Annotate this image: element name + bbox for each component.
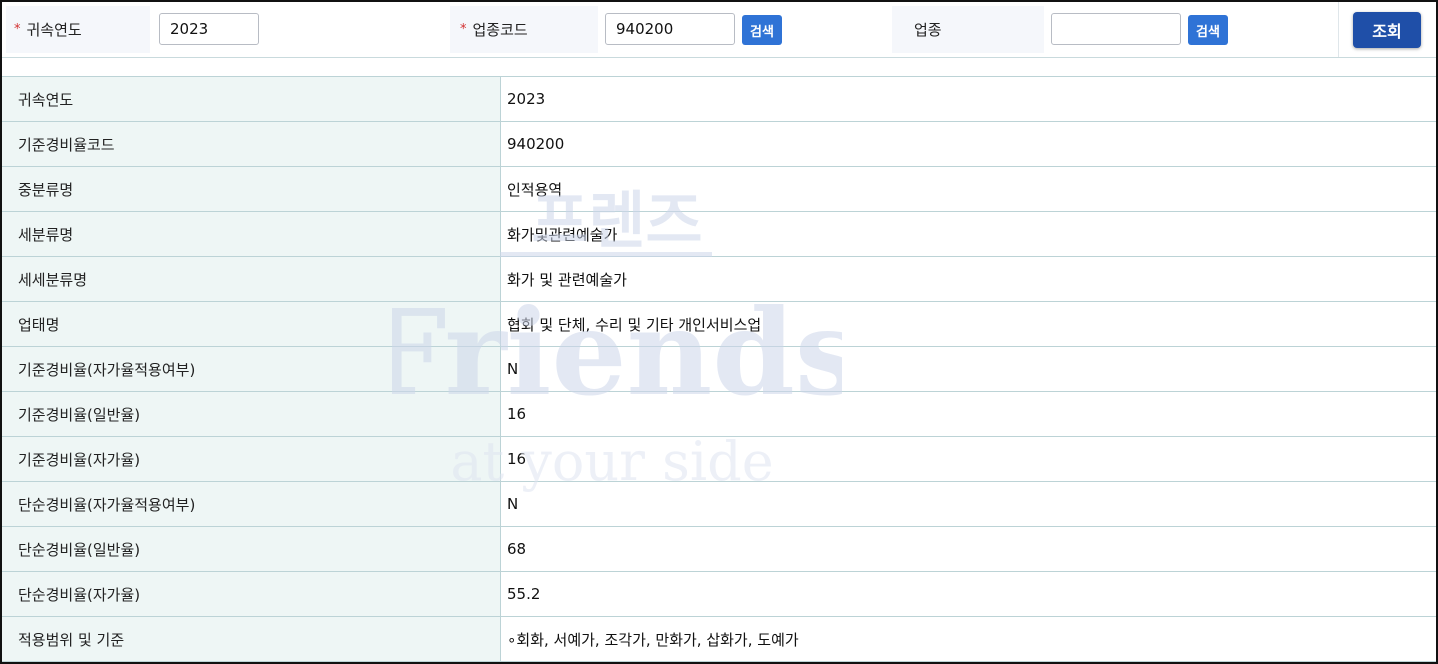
code-label: * 업종코드 bbox=[450, 6, 598, 53]
year-label-text: 귀속연도 bbox=[26, 21, 82, 39]
row-value: 인적용역 bbox=[507, 180, 563, 199]
row-label: 기준경비율(자가율) bbox=[2, 437, 501, 481]
table-row: 단순경비율(일반율) 68 bbox=[2, 527, 1436, 572]
row-value: 화가및관련예술가 bbox=[507, 225, 618, 244]
row-value: 16 bbox=[507, 405, 527, 423]
table-row: 기준경비율(자가율적용여부) N bbox=[2, 347, 1436, 392]
table-row: 세세분류명 화가 및 관련예술가 bbox=[2, 257, 1436, 302]
row-value: 2023 bbox=[507, 90, 546, 108]
row-label: 단순경비율(일반율) bbox=[2, 527, 501, 571]
code-input[interactable] bbox=[605, 13, 735, 45]
row-value: N bbox=[507, 495, 519, 513]
table-row: 적용범위 및 기준 ∘회화, 서예가, 조각가, 만화가, 삽화가, 도예가 bbox=[2, 617, 1436, 662]
required-mark: * bbox=[460, 22, 467, 37]
detail-table: 귀속연도 2023 기준경비율코드 940200 중분류명 인적용역세분류명 화가및관련예술… bbox=[2, 76, 1436, 662]
search-bar: * 귀속연도 * 업종코드 검색 업종 검색 조회 bbox=[2, 2, 1436, 58]
row-value: 68 bbox=[507, 540, 527, 558]
row-label: 적용범위 및 기준 bbox=[2, 617, 501, 661]
required-mark: * bbox=[14, 22, 21, 37]
row-value: 16 bbox=[507, 450, 527, 468]
table-row: 기준경비율(자가율) 16 bbox=[2, 437, 1436, 482]
year-label: * 귀속연도 bbox=[6, 6, 150, 53]
row-value: 화가 및 관련예술가 bbox=[507, 270, 627, 289]
row-label: 귀속연도 bbox=[2, 77, 501, 121]
industry-input[interactable] bbox=[1051, 13, 1181, 45]
table-row: 단순경비율(자가율) 55.2 bbox=[2, 572, 1436, 617]
row-label: 단순경비율(자가율) bbox=[2, 572, 501, 616]
row-label: 기준경비율코드 bbox=[2, 122, 501, 166]
industry-label: 업종 bbox=[892, 6, 1044, 53]
industry-search-button[interactable]: 검색 bbox=[1188, 15, 1228, 45]
row-value: 940200 bbox=[507, 135, 565, 153]
year-input[interactable] bbox=[159, 13, 259, 45]
row-label: 세세분류명 bbox=[2, 257, 501, 301]
table-row: 기준경비율(일반율) 16 bbox=[2, 392, 1436, 437]
row-label: 세분류명 bbox=[2, 212, 501, 256]
row-label: 기준경비율(일반율) bbox=[2, 392, 501, 436]
divider bbox=[1338, 2, 1339, 57]
table-row: 귀속연도 2023 bbox=[2, 77, 1436, 122]
row-label: 단순경비율(자가율적용여부) bbox=[2, 482, 501, 526]
row-value: 협회 및 단체, 수리 및 기타 개인서비스업 bbox=[507, 315, 762, 334]
table-row: 중분류명 인적용역 bbox=[2, 167, 1436, 212]
code-label-text: 업종코드 bbox=[472, 21, 528, 39]
row-label: 중분류명 bbox=[2, 167, 501, 211]
row-value: ∘회화, 서예가, 조각가, 만화가, 삽화가, 도예가 bbox=[507, 630, 799, 649]
row-value: 55.2 bbox=[507, 585, 541, 603]
table-row: 단순경비율(자가율적용여부) N bbox=[2, 482, 1436, 527]
row-label: 기준경비율(자가율적용여부) bbox=[2, 347, 501, 391]
code-search-button[interactable]: 검색 bbox=[742, 15, 782, 45]
app-frame: * 귀속연도 * 업종코드 검색 업종 검색 조회 귀속연도 2023 기준경비율코… bbox=[0, 0, 1438, 664]
table-row: 기준경비율코드 940200 bbox=[2, 122, 1436, 167]
table-row: 업태명 협회 및 단체, 수리 및 기타 개인서비스업 bbox=[2, 302, 1436, 347]
row-label: 업태명 bbox=[2, 302, 501, 346]
row-value: N bbox=[507, 360, 519, 378]
table-row: 세분류명 화가및관련예술가 bbox=[2, 212, 1436, 257]
query-button[interactable]: 조회 bbox=[1353, 12, 1421, 48]
